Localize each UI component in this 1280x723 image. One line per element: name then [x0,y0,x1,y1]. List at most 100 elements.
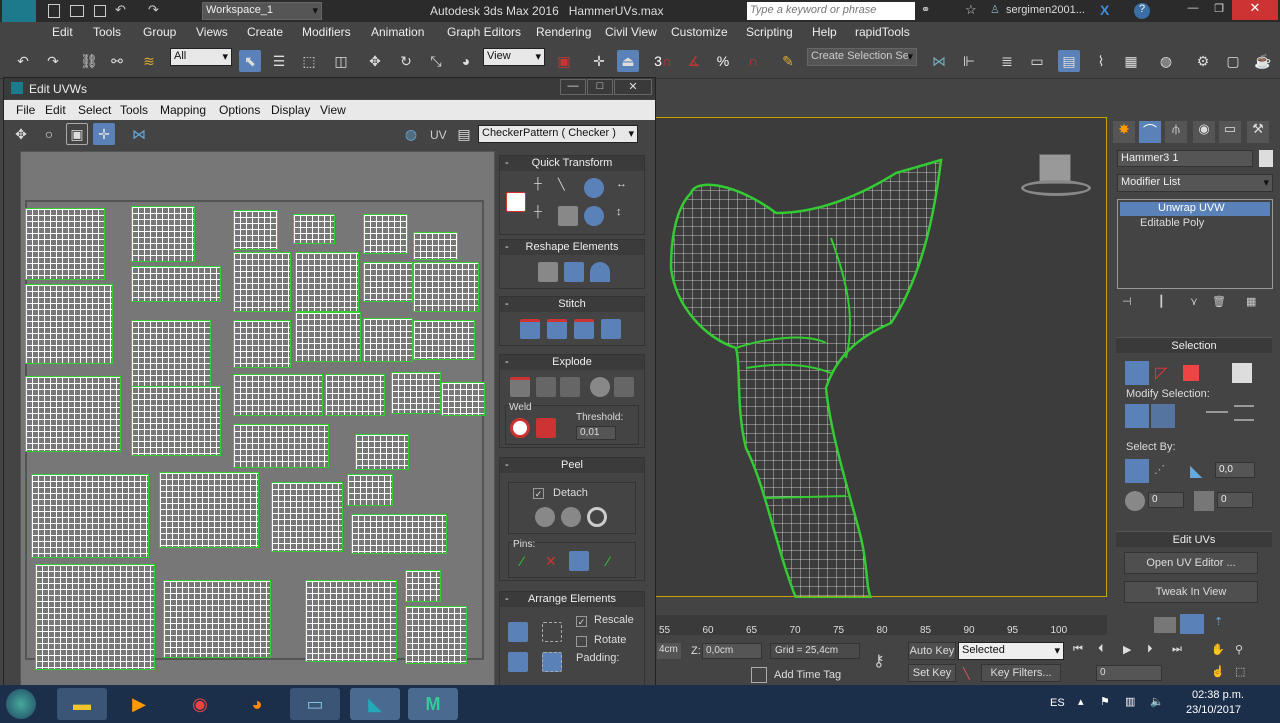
menu-views[interactable]: Views [196,25,228,39]
uv-island[interactable] [163,580,271,658]
stitch-to-source-icon[interactable] [574,319,594,339]
help-icon[interactable]: ? [1134,3,1150,19]
uv-scale-icon[interactable]: ▣ [66,123,88,145]
uv-island[interactable] [305,580,397,662]
mirror-icon[interactable]: ⋈ [928,50,950,72]
show-end-result-icon[interactable]: ┃ [1158,295,1165,308]
menu-create[interactable]: Create [247,25,283,39]
uv-island[interactable] [35,564,155,670]
firefox-icon[interactable]: ◕ [232,688,282,720]
uv-island[interactable] [413,232,458,260]
align-horizontal-icon[interactable]: ┼ [534,178,554,198]
pivot-icon[interactable]: ▣ [553,50,575,72]
next-frame-icon[interactable]: ⏵ [1147,643,1153,656]
align-to-edge-icon[interactable] [558,206,578,226]
uvw-menu-tools[interactable]: Tools [120,103,148,117]
modify-tab-icon[interactable]: ⌒ [1139,121,1161,143]
viewcube-icon[interactable] [1021,154,1091,198]
weld-selected-icon[interactable] [536,418,556,438]
menu-help[interactable]: Help [812,25,837,39]
uv-island[interactable] [405,606,467,664]
save-icon[interactable] [94,5,106,17]
pack-custom-2-icon[interactable] [542,652,562,672]
vertex-mode-icon[interactable] [1125,361,1149,385]
uv-island[interactable] [271,482,343,552]
user-icon[interactable]: ♙ [990,3,1000,16]
render-setup-icon[interactable]: ⚙ [1192,50,1214,72]
redo-icon[interactable]: ↷ [42,50,64,72]
uv-freeform-icon[interactable]: ✛ [93,123,115,145]
uvw-menu-select[interactable]: Select [78,103,111,117]
face-mode-icon[interactable] [1183,365,1199,381]
rotate-checkbox[interactable] [576,636,587,647]
uv-island[interactable] [131,320,211,390]
zoom-icon[interactable]: ⚲ [1235,643,1243,656]
edit-uv-icon-2[interactable] [1180,614,1204,634]
select-manipulate-icon[interactable]: ✛ [588,50,610,72]
align-vertical-icon[interactable]: ┼ [534,206,554,226]
uv-island[interactable] [31,474,149,558]
orbit-icon[interactable]: ☝ [1211,665,1225,678]
uv-island[interactable] [355,434,409,470]
start-button[interactable] [6,689,36,719]
3dsmax-task-icon[interactable]: ◣ [350,688,400,720]
file-explorer-icon[interactable]: ▬ [57,688,107,720]
maximize-viewport-icon[interactable]: ⬚ [1235,665,1245,678]
element-mode-icon[interactable] [1232,363,1252,383]
peel-mode-icon[interactable] [561,507,581,527]
loop-icon[interactable] [1206,411,1228,413]
workspace-dropdown[interactable]: Workspace_1 [202,2,322,20]
uv-island[interactable] [363,214,408,254]
menu-edit[interactable]: Edit [52,25,73,39]
uv-island[interactable] [159,472,259,548]
object-color-swatch[interactable] [1259,150,1273,167]
create-tab-icon[interactable]: ✸ [1113,121,1135,143]
rect-selection-icon[interactable]: ⬚ [298,50,320,72]
placement-icon[interactable]: ◕ [455,50,477,72]
stitch-settings-icon[interactable] [601,319,621,339]
menu-group[interactable]: Group [143,25,176,39]
space-horizontal-icon[interactable]: ↔ [616,178,636,198]
space-vertical-icon[interactable]: ↕ [616,206,636,226]
uvw-menu-file[interactable]: File [16,103,35,117]
tweak-in-view-button[interactable]: Tweak In View [1124,581,1258,603]
select-by-smoothing-icon[interactable] [1125,491,1145,511]
pan-icon[interactable]: ✋ [1211,643,1225,656]
remove-modifier-icon[interactable]: 🗑 [1212,295,1226,308]
modifier-list-dropdown[interactable]: Modifier List [1117,174,1273,192]
uvw-menu-options[interactable]: Options [219,103,260,117]
uv-globe-icon[interactable]: ◍ [400,123,422,145]
stitch-to-target-icon[interactable] [520,319,540,339]
uvw-restore-button[interactable]: □ [587,79,613,95]
quick-peel-icon[interactable] [535,507,555,527]
uv-rotate-icon[interactable]: ○ [38,123,60,145]
stitch-head[interactable]: Stitch [500,297,644,312]
align-icon[interactable]: ⊩ [958,50,980,72]
align-straight-icon[interactable]: ╲ [558,178,578,198]
relax-settings-icon[interactable] [590,262,610,282]
clock-date[interactable]: 23/10/2017 [1186,704,1241,716]
explode-icon-3[interactable] [560,377,580,397]
flag-icon[interactable]: ⚑ [1100,695,1110,708]
mudbox-task-icon[interactable]: M [408,688,458,720]
uv-island[interactable] [25,208,105,280]
uv-island[interactable] [347,474,393,506]
layers-icon[interactable]: ≣ [996,50,1018,72]
open-uv-editor-button[interactable]: Open UV Editor ... [1124,552,1258,574]
peel-head[interactable]: Peel [500,458,644,473]
volume-icon[interactable]: 🔈 [1150,695,1164,708]
material-editor-icon[interactable]: ◍ [1155,50,1177,72]
play-icon[interactable]: ▶ [1123,643,1131,656]
matid-spinner[interactable]: 0 [1217,492,1253,508]
time-tag-icon[interactable] [751,667,767,683]
pack-custom-icon[interactable] [542,622,562,642]
edit-uv-icon-1[interactable] [1154,617,1176,633]
binoculars-icon[interactable]: ⚭ [921,3,930,16]
select-by-name-icon[interactable]: ☰ [268,50,290,72]
undo-icon[interactable]: ↶ [12,50,34,72]
reshape-head[interactable]: Reshape Elements [500,240,644,255]
go-start-icon[interactable]: ⏮ [1073,643,1083,656]
quick-transform-head[interactable]: Quick Transform [500,156,644,171]
move-icon[interactable]: ✥ [364,50,386,72]
detach-checkbox[interactable]: ✓ [533,488,544,499]
